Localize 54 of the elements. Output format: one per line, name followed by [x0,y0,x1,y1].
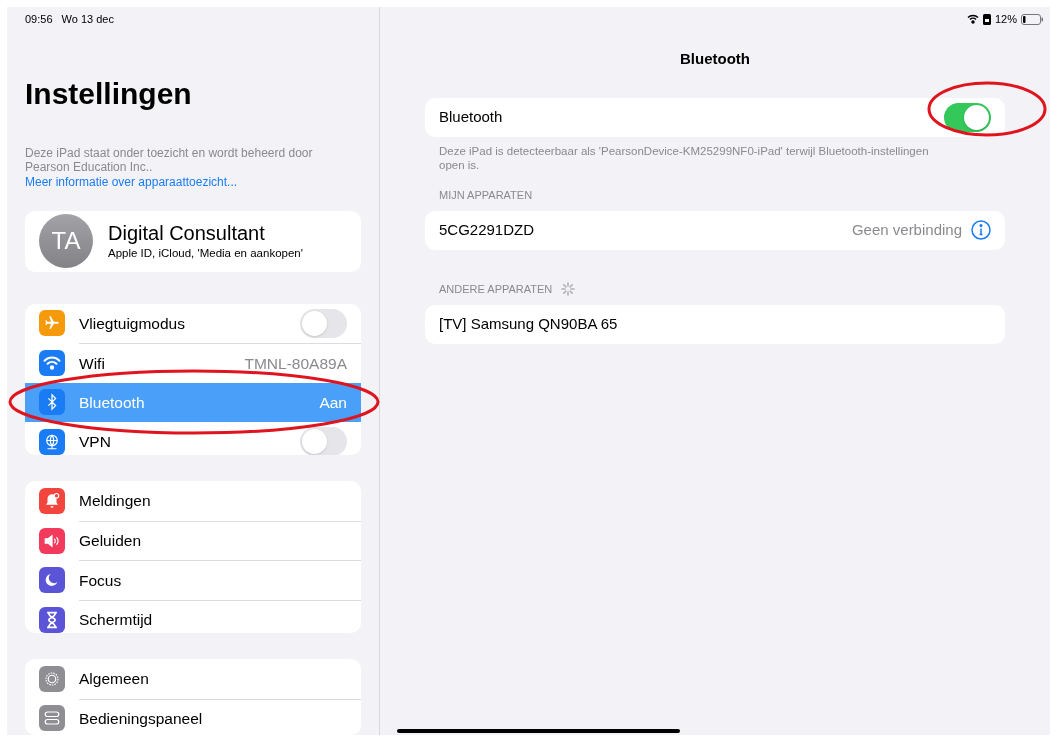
settings-label: Geluiden [79,531,143,552]
settings-row[interactable]: VPN [25,422,361,456]
settings-label: Meldingen [79,491,152,512]
bluetooth-icon [46,393,58,412]
settings-value: Aan [319,392,347,413]
status-time: 09:56 [25,12,53,27]
status-date: Wo 13 dec [61,12,114,27]
discoverable-note: Deze iPad is detecteerbaar als 'PearsonDevice-KM25299NF0-iPad' terwijl Bluetooth-instellingen open is. [438,144,930,172]
settings-label: Algemeen [79,669,150,690]
section-header: ANDERE APPARATEN [439,281,553,297]
profile-card[interactable]: TA Digital Consultant Apple ID, iCloud, 'Media en aankopen' [25,211,361,272]
toggle-switch[interactable] [300,308,347,338]
lock-rotation-icon [982,13,991,25]
more-info-link[interactable]: Meer informatie over apparaattoezicht... [25,174,238,189]
supervision-notice: Deze iPad staat onder toezicht en wordt beheerd door Pearson Education Inc.. Meer informatie over apparaattoezicht... [25,145,314,189]
sidebar-title: Instellingen [25,75,193,112]
settings-label: Schermtijd [79,610,154,631]
settings-label: Vliegtuigmodus [79,313,186,334]
toggle-switch[interactable] [300,427,347,456]
settings-row[interactable]: Vliegtuigmodus [25,303,361,344]
profile-name: Digital Consultant [108,220,266,245]
battery-percentage: 12% [994,12,1017,27]
speaker-icon [43,532,61,549]
airplane-icon [44,315,60,332]
device-row[interactable]: [TV] Samsung QN90BA 65 [425,305,1005,344]
connection-status: Geen verbinding [851,219,962,240]
section-header: MIJN APPARATEN [438,188,534,203]
page-title: Bluetooth [680,48,750,69]
settings-label: Wifi [79,353,106,374]
profile-subtitle: Apple ID, iCloud, 'Media en aankopen' [108,245,303,261]
info-icon[interactable] [971,220,991,240]
settings-row[interactable]: Algemeen [25,659,361,699]
moon-icon [44,572,60,589]
toggle-switch[interactable] [944,103,991,132]
avatar: TA [39,214,93,269]
settings-row[interactable]: Wifi TMNL-80A89A [25,343,361,383]
settings-label: Bedieningspaneel [79,709,204,730]
wifi-icon [43,354,61,371]
hourglass-icon [45,610,59,629]
settings-row[interactable]: Meldingen [25,481,361,521]
settings-row[interactable]: Focus [25,560,361,600]
settings-label: Bluetooth [79,392,146,413]
device-name: [TV] Samsung QN90BA 65 [439,314,618,335]
battery-icon [1021,13,1043,25]
settings-value: TMNL-80A89A [244,353,347,374]
device-row[interactable]: 5CG2291DZD Geen verbinding [425,210,1005,250]
settings-row[interactable]: Bedieningspaneel [25,698,361,735]
wifi-icon [966,14,979,25]
settings-row[interactable]: Schermtijd [25,599,361,634]
device-name: 5CG2291DZD [439,219,536,240]
settings-label: VPN [79,432,112,453]
settings-label: Focus [79,570,123,591]
settings-row[interactable]: Geluiden [25,520,361,561]
bluetooth-label: Bluetooth [439,107,504,128]
